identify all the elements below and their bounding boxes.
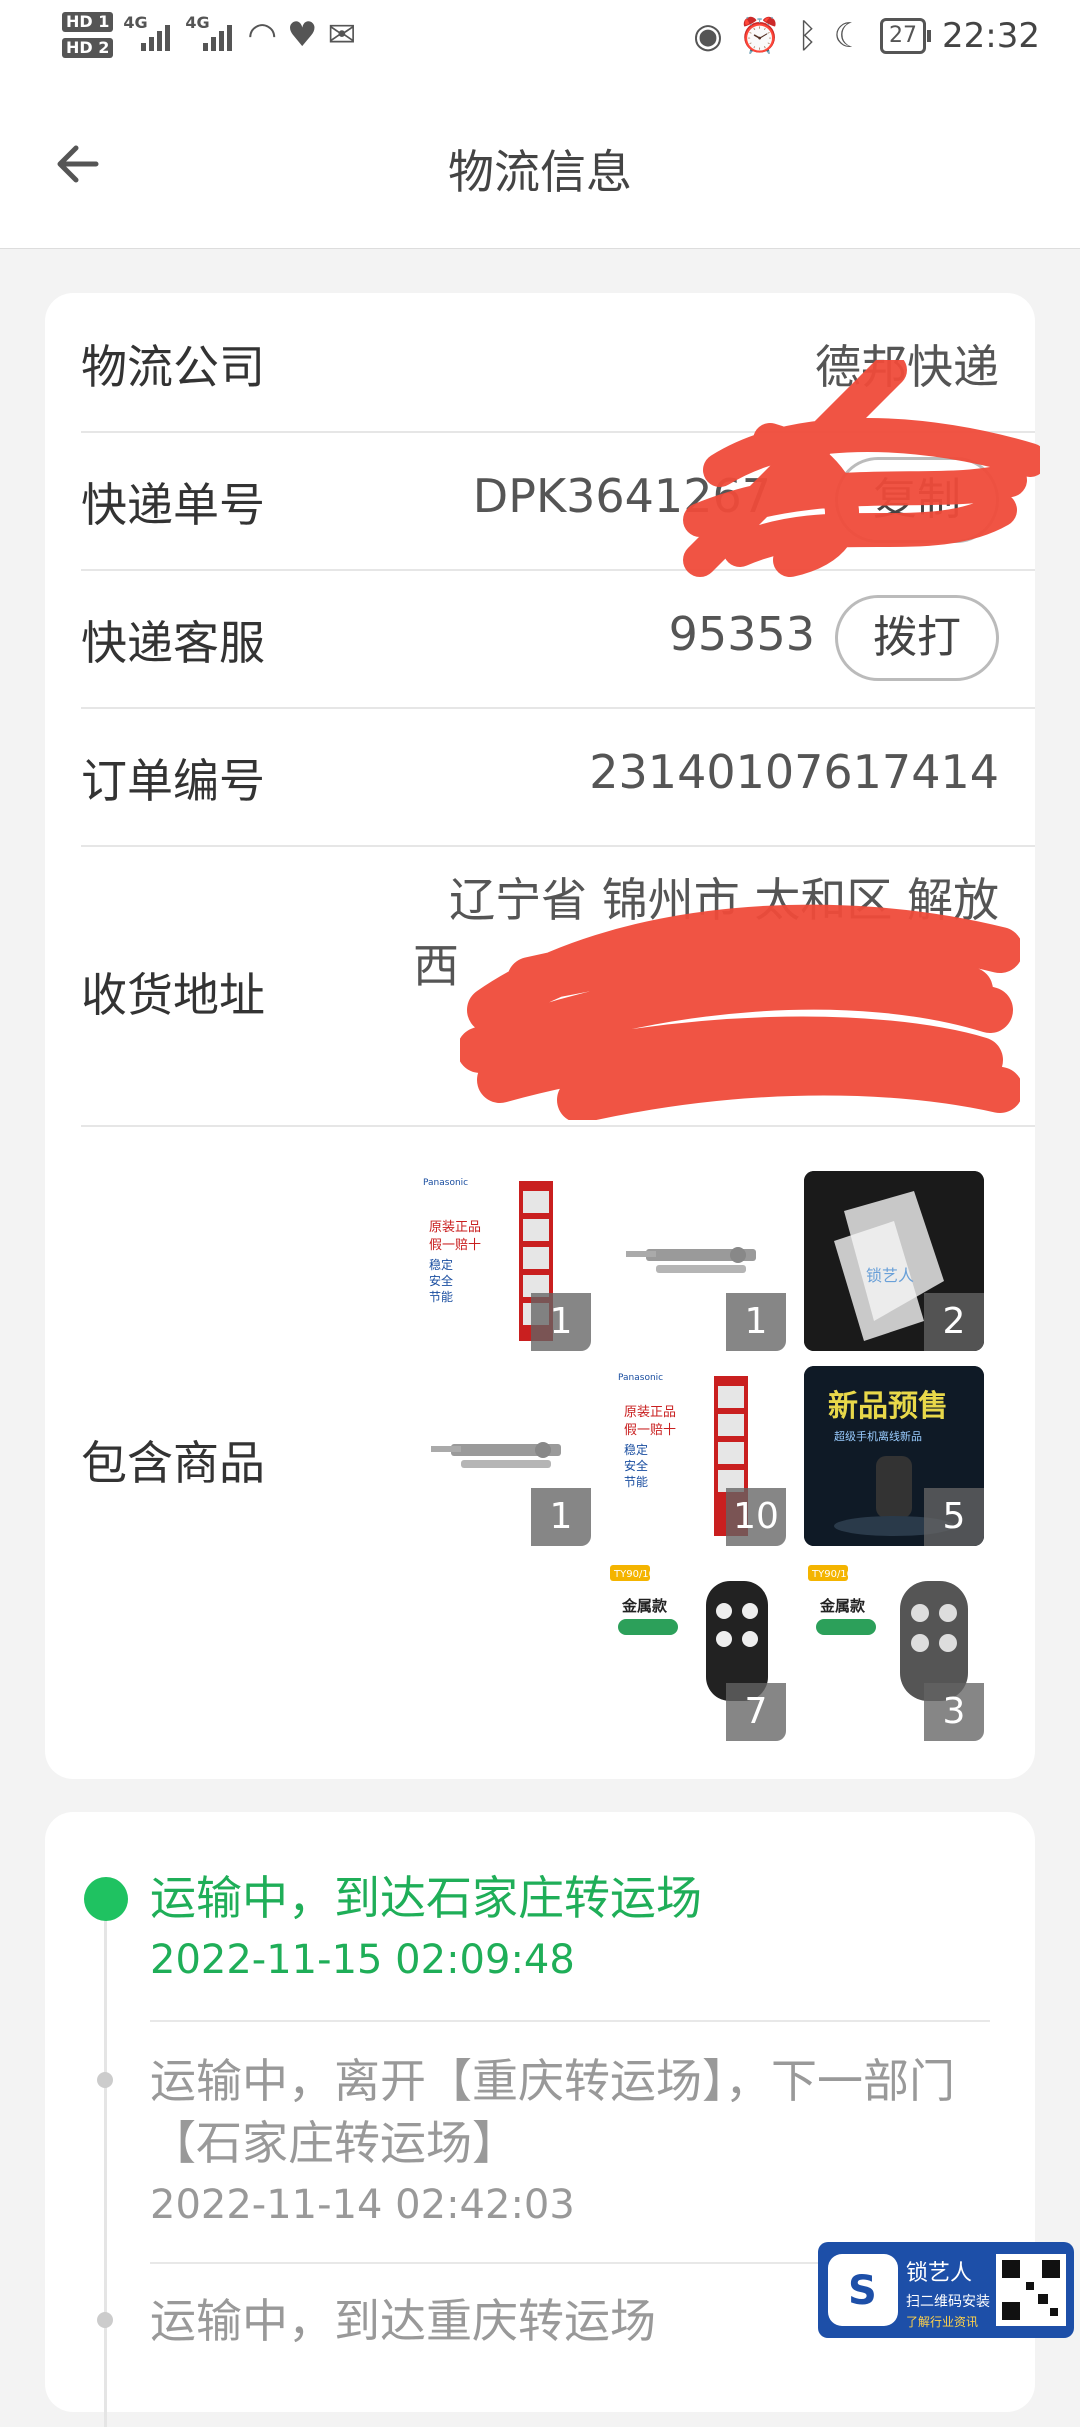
bluetooth-icon: ᛒ [797,16,818,56]
svg-text:稳定: 稳定 [429,1257,453,1272]
service-phone: 95353 [668,607,815,661]
eye-icon: ◉ [693,16,723,56]
hd-indicator: HD 1 HD 2 [62,12,114,58]
svg-text:安全: 安全 [429,1273,453,1288]
svg-text:原装正品: 原装正品 [624,1405,676,1420]
svg-text:原装正品: 原装正品 [429,1220,481,1235]
quantity-badge: 3 [924,1683,984,1741]
order-row: 订单编号 23140107617414 [81,707,1035,847]
svg-text:Panasonic: Panasonic [618,1373,663,1383]
svg-text:假一赔十: 假一赔十 [429,1238,481,1253]
svg-text:扫二维码安装: 扫二维码安装 [906,2294,990,2310]
timeline-dot [97,2072,113,2088]
product-thumbnail[interactable]: Panasonic 原装正品假一赔十稳定 安全节能 1 [411,1171,591,1351]
alarm-icon: ⏰ [738,16,782,56]
svg-text:超级手机离线新品: 超级手机离线新品 [834,1429,922,1443]
quantity-badge: 1 [726,1293,786,1351]
address-label: 收货地址 [81,968,265,1022]
quantity-badge: 5 [924,1488,984,1546]
svg-text:新品预售: 新品预售 [828,1389,948,1424]
battery-icon: 27 [880,18,932,54]
svg-text:节能: 节能 [624,1475,648,1489]
product-thumbnail[interactable]: Panasonic 原装正品假一赔十稳定 安全节能 10 [606,1366,786,1546]
company-label: 物流公司 [81,340,265,394]
svg-text:安全: 安全 [624,1458,648,1473]
product-thumbnail[interactable]: TY90/100 金属款 3 [804,1561,984,1741]
top-app-bar: 物流信息 [0,80,1080,249]
svg-text:Panasonic: Panasonic [423,1178,468,1188]
timeline-event-current: 运输中，到达石家庄转运场 2022-11-15 02:09:48 [150,1871,702,1983]
health-icon: ♥ [287,15,318,55]
current-status-dot [84,1877,128,1921]
call-button[interactable]: 拨打 [835,595,999,681]
divider [150,2020,990,2022]
tracking-label: 快递单号 [81,478,265,532]
quantity-badge: 1 [531,1293,591,1351]
app-watermark-logo: S 锁艺人 扫二维码安装 了解行业资讯 [818,2242,1074,2338]
timeline-dot [97,2312,113,2328]
signal-icon: 4G [123,13,175,57]
svg-text:了解行业资讯: 了解行业资讯 [906,2315,978,2329]
product-thumbnail[interactable]: 1 [411,1366,591,1546]
service-row: 快递客服 95353 拨打 [81,569,1035,709]
svg-text:TY90/100: TY90/100 [811,1569,859,1580]
product-thumbnail[interactable]: TY90/100 金属款 7 [606,1561,786,1741]
svg-text:金属款: 金属款 [621,1597,668,1615]
svg-text:S: S [848,2268,877,2314]
message-icon: ✉ [327,15,357,55]
svg-text:假一赔十: 假一赔十 [624,1423,676,1438]
timeline-line [104,1907,107,2427]
quantity-badge: 2 [924,1293,984,1351]
svg-text:锁艺人: 锁艺人 [906,2261,972,2286]
quantity-badge: 7 [726,1683,786,1741]
redaction-scribble [460,904,1020,1120]
svg-text:节能: 节能 [429,1290,453,1304]
svg-text:锁艺人: 锁艺人 [866,1266,914,1285]
product-thumbnail[interactable]: 新品预售超级手机离线新品 5 [804,1366,984,1546]
svg-text:稳定: 稳定 [624,1442,648,1457]
page-title: 物流信息 [448,145,632,199]
redaction-scribble [683,360,1040,577]
moon-icon: ☾ [833,16,865,56]
quantity-badge: 10 [726,1488,786,1546]
svg-text:TY90/100: TY90/100 [613,1569,661,1580]
order-label: 订单编号 [81,754,265,808]
svg-text:金属款: 金属款 [819,1597,866,1615]
product-thumbnail[interactable]: 1 [606,1171,786,1351]
timeline-event: 运输中，离开【重庆转运场】，下一部门【石家庄转运场】 2022-11-14 02… [150,2054,955,2228]
signal-icon: 4G [185,13,237,57]
quantity-badge: 1 [531,1488,591,1546]
goods-label: 包含商品 [81,1436,265,1490]
service-label: 快递客服 [81,616,265,670]
order-number: 23140107617414 [589,745,999,799]
clock-time: 22:32 [942,16,1040,56]
status-bar: HD 1 HD 2 4G 4G ◠ ♥ ✉ ◉ ⏰ ᛒ ☾ 27 22:32 [0,0,1080,80]
product-thumbnail[interactable]: 锁艺人 2 [804,1171,984,1351]
wifi-icon: ◠ [247,15,278,55]
